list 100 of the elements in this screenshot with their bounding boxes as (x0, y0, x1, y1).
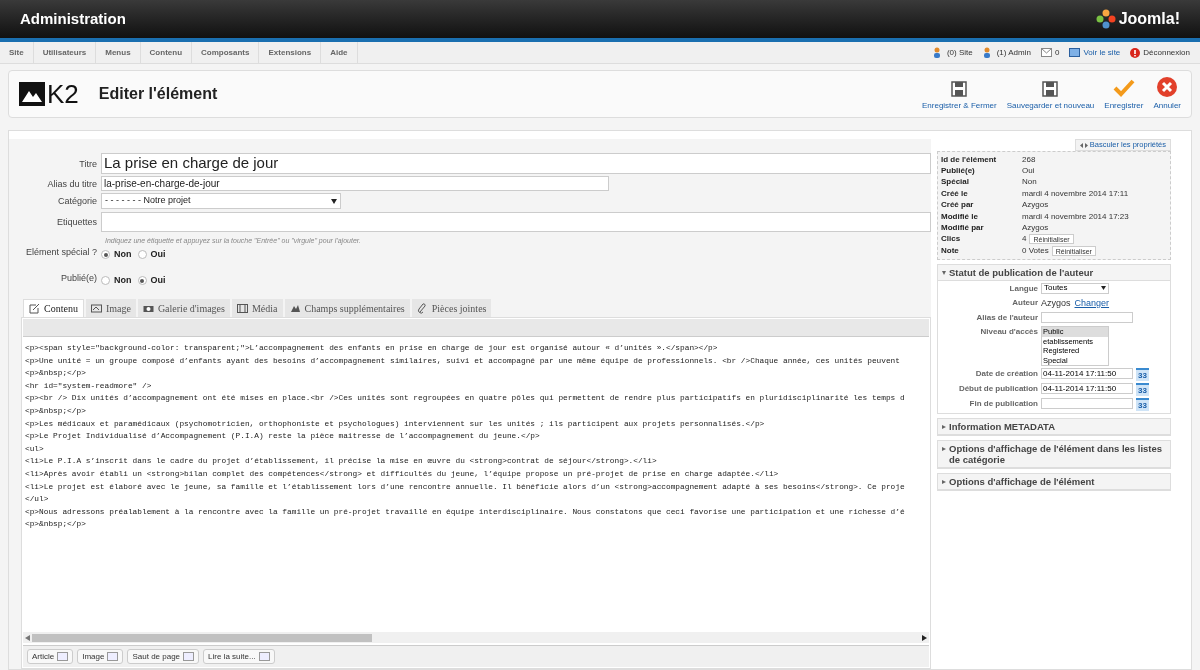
info-label: Spécial (941, 176, 970, 189)
field-label: Catégorie (56, 196, 98, 206)
editor-button[interactable]: Image (77, 649, 124, 664)
radio-label: Non (114, 274, 132, 287)
radio-button[interactable] (137, 276, 147, 286)
status-link[interactable]: (0) Site (932, 46, 973, 59)
date-field[interactable]: 04-11-2014 17:11:50 (1041, 368, 1133, 379)
status-link[interactable]: 0 (1040, 46, 1060, 59)
status-link[interactable]: Déconnexion (1130, 46, 1190, 59)
document-icon (57, 652, 69, 661)
toolbar-button[interactable]: Enregistrer & Fermer (922, 80, 997, 112)
menu-item[interactable]: Aide (321, 42, 358, 63)
info-label: Id de l'élément (941, 153, 998, 166)
field-label: Titre (78, 158, 98, 169)
menu-item[interactable]: Menus (96, 42, 141, 63)
field-label: Alias de l'auteur (975, 312, 1039, 324)
field-label: Langue (1008, 282, 1039, 295)
author-name: Azygos (1041, 296, 1071, 310)
editor-tab[interactable]: Image (85, 299, 136, 317)
monitor-icon (1069, 48, 1081, 57)
logout-icon (1130, 47, 1141, 58)
radio-button[interactable] (101, 276, 110, 286)
paperclip-icon (416, 302, 428, 314)
field-label: Début de publication (957, 383, 1039, 395)
panel-header[interactable]: Options d'affichage de l'élément dans les listes de catégorie (938, 441, 1170, 468)
info-value: mardi 4 novembre 2014 17:23 (1022, 210, 1129, 223)
calendar-button[interactable]: 33 (1136, 368, 1149, 381)
document-icon (258, 652, 270, 661)
info-value: 4 (1022, 233, 1027, 246)
info-value: Azygos (1022, 222, 1049, 235)
editor-tab[interactable]: Galerie d'images (137, 299, 230, 317)
caret-icon (1101, 286, 1106, 290)
horizontal-scrollbar[interactable] (23, 632, 929, 643)
field-label: Etiquettes (55, 217, 98, 227)
field-label: Publié(e) (59, 273, 98, 283)
menu-item[interactable]: Extensions (259, 42, 322, 63)
editor-tab[interactable]: Pièces jointes (411, 299, 492, 317)
field-label: Niveau d'accès (979, 326, 1039, 338)
editor-tab[interactable]: Média (231, 299, 283, 317)
info-value: Azygos (1022, 199, 1049, 212)
menu-item[interactable]: Composants (192, 42, 260, 63)
left-arrow-icon (25, 634, 30, 641)
date-field[interactable]: 04-11-2014 17:11:50 (1041, 383, 1133, 394)
editor-tab[interactable]: Champs supplémentaires (284, 299, 410, 317)
flower-logo-icon (1095, 9, 1116, 29)
radio-button[interactable] (101, 250, 110, 260)
tags-field[interactable] (101, 212, 931, 232)
floppy-icon (1042, 80, 1059, 97)
info-label: Note (941, 244, 960, 257)
radio-label: Non (114, 248, 132, 261)
editor-button[interactable]: Lire la suite... (203, 649, 275, 664)
status-link[interactable]: Voir le site (1069, 46, 1121, 59)
page-title: Editer l'élément (98, 84, 218, 104)
image-icon (90, 302, 102, 314)
arrows-icon (1079, 142, 1088, 148)
panel-header[interactable]: Statut de publication de l'auteur (938, 264, 1170, 281)
radio-button[interactable] (137, 250, 147, 260)
status-link[interactable]: (1) Admin (982, 46, 1031, 59)
right-arrow-icon (922, 634, 927, 641)
toolbar-button[interactable]: Annuler (1153, 76, 1181, 112)
info-value: Non (1022, 176, 1037, 189)
caret-right-icon (942, 425, 946, 429)
info-label: Modifié le (941, 210, 979, 223)
mountain-logo-icon (19, 82, 45, 106)
caret-icon (331, 198, 337, 204)
field-label: Auteur (1011, 296, 1039, 309)
caret-right-icon (942, 480, 946, 484)
radio-label: Oui (150, 274, 166, 287)
date-field[interactable] (1041, 398, 1133, 409)
panel-header[interactable]: Options d'affichage de l'élément (938, 474, 1170, 490)
info-label: Créé par (941, 199, 975, 212)
cancel-icon (1157, 76, 1178, 97)
calendar-button[interactable]: 33 (1136, 398, 1149, 411)
toolbar-button[interactable]: Enregistrer (1104, 78, 1144, 112)
radio-label: Oui (150, 248, 166, 261)
caret-down-icon (942, 270, 946, 275)
panel-header[interactable]: Information METADATA (938, 419, 1170, 435)
brand-name: Joomla! (1118, 9, 1180, 29)
field-label: Alias du titre (46, 178, 98, 189)
edit-icon (29, 303, 40, 314)
editor-button[interactable]: Saut de page (127, 649, 200, 664)
toolbar-button[interactable]: Sauvegarder et nouveau (1006, 80, 1095, 112)
editor-button[interactable]: Article (27, 649, 74, 664)
language-select[interactable]: Toutes (1041, 282, 1109, 294)
author-alias-field[interactable] (1041, 312, 1133, 323)
check-icon (1112, 78, 1135, 97)
menu-item[interactable]: Site (0, 42, 34, 63)
calendar-button[interactable]: 33 (1136, 383, 1149, 396)
document-icon (107, 652, 119, 661)
editor-tab[interactable]: Contenu (23, 299, 84, 317)
info-label: Publié(e) (941, 165, 976, 178)
alias-field[interactable]: la-prise-en-charge-de-jour (101, 176, 609, 191)
mail-icon (1040, 48, 1052, 57)
category-select[interactable]: - - - - - - - Notre projet (101, 193, 341, 209)
menu-item[interactable]: Contenu (140, 42, 193, 63)
change-link[interactable]: Changer (1074, 296, 1110, 310)
title-field[interactable]: La prise en charge de jour (101, 153, 931, 174)
menu-item[interactable]: Utilisateurs (33, 42, 97, 63)
document-icon (183, 652, 195, 661)
info-value: 268 (1022, 153, 1036, 166)
